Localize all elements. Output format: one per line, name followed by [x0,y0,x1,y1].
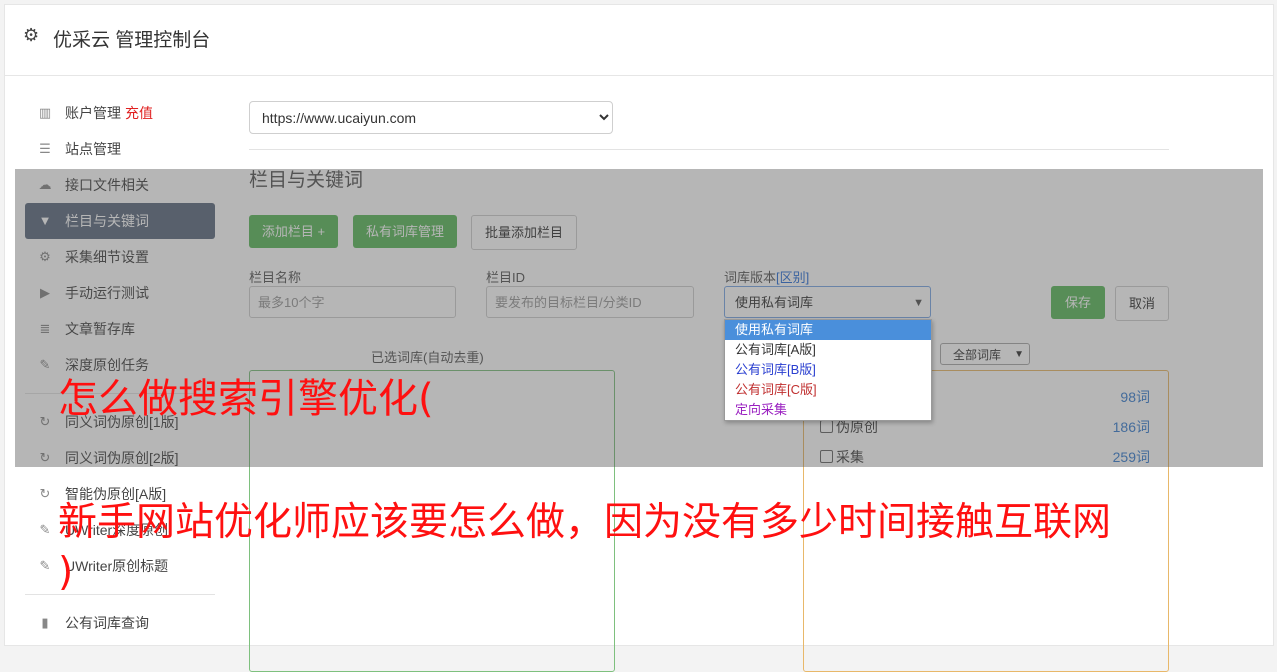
dropdown-option[interactable]: 公有词库[B版] [725,360,931,380]
server-icon: ☰ [39,141,51,156]
dropdown-option[interactable]: 公有词库[A版] [725,340,931,360]
edit-icon: ✎ [39,558,51,573]
sidebar-item-sites[interactable]: ☰ 站点管理 [25,131,215,167]
sidebar-item-label: 站点管理 [65,141,121,157]
sidebar-item-label: 账户管理 [65,105,121,121]
header: ⚙ 优采云 管理控制台 [5,5,1273,76]
overlay-headline-line3: ) [58,550,74,595]
sidebar-divider [25,594,215,595]
overlay-headline-line2: 新手网站优化师应该要怎么做，因为没有多少时间接触互联网 [58,500,1112,545]
dropdown-option[interactable]: 使用私有词库 [725,320,931,340]
sidebar-item-account[interactable]: ▥ 账户管理 充值 [25,95,215,131]
recharge-link[interactable]: 充值 [125,105,153,121]
lib-version-dropdown: 使用私有词库 公有词库[A版] 公有词库[B版] 公有词库[C版] 定向采集 [724,319,932,421]
sidebar-item-uwriter-title[interactable]: ✎ UWriter原创标题 [25,548,215,584]
edit-icon: ✎ [39,522,51,537]
sidebar-item-label: UWriter原创标题 [65,558,169,574]
site-select[interactable]: https://www.ucaiyun.com [249,101,613,134]
gear-icon: ⚙ [23,25,40,45]
refresh-icon: ↻ [39,486,51,501]
bar-chart-icon: ▥ [38,105,52,120]
sidebar-item-label: 公有词库查询 [65,615,149,631]
overlay-headline-line1: 怎么做搜索引擎优化( [58,376,434,422]
divider [249,149,1169,150]
dropdown-option[interactable]: 公有词库[C版] [725,380,931,400]
dropdown-option[interactable]: 定向采集 [725,400,931,420]
page-title: 优采云 管理控制台 [53,30,211,51]
